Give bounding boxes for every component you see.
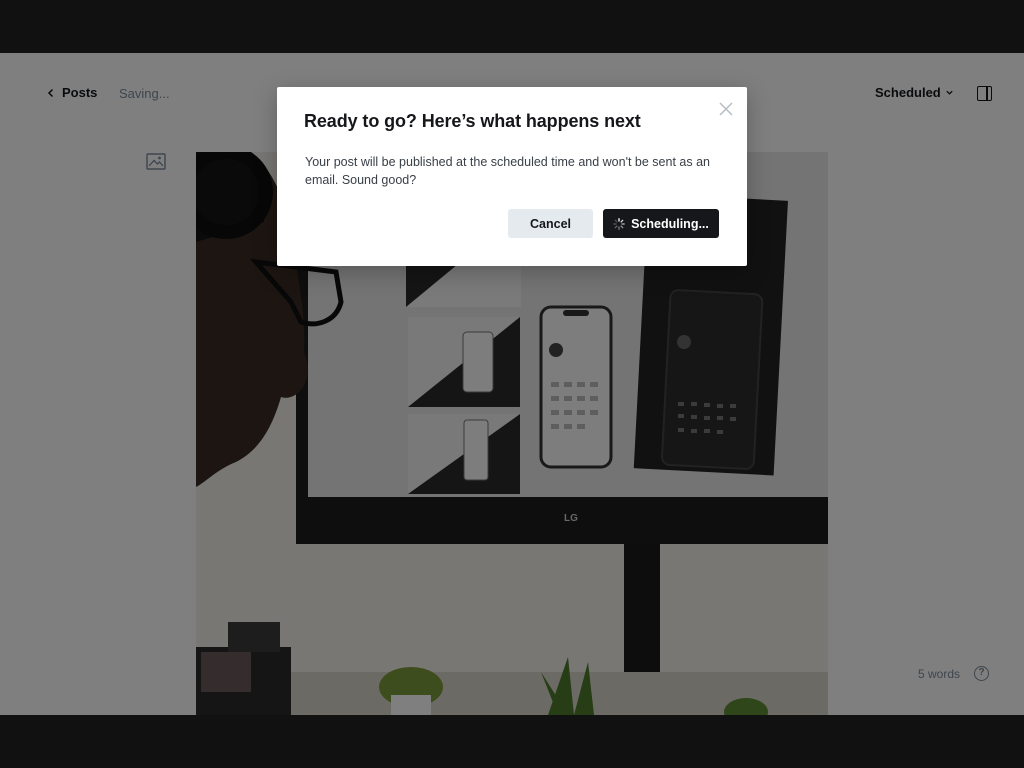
post-editor: Posts Saving... Scheduled bbox=[0, 53, 1024, 715]
schedule-button[interactable]: Scheduling... bbox=[603, 209, 719, 238]
cancel-button-label: Cancel bbox=[530, 216, 571, 231]
cancel-button[interactable]: Cancel bbox=[508, 209, 593, 238]
close-icon[interactable] bbox=[718, 101, 734, 117]
modal-title: Ready to go? Here’s what happens next bbox=[304, 111, 641, 131]
schedule-button-label: Scheduling... bbox=[631, 216, 709, 231]
spinner-icon bbox=[613, 217, 625, 230]
modal-body-text: Your post will be published at the sched… bbox=[305, 155, 710, 187]
letterbox-bottom bbox=[0, 715, 1024, 768]
letterbox-top bbox=[0, 0, 1024, 53]
publish-confirm-modal: Ready to go? Here’s what happens next Yo… bbox=[277, 87, 747, 266]
